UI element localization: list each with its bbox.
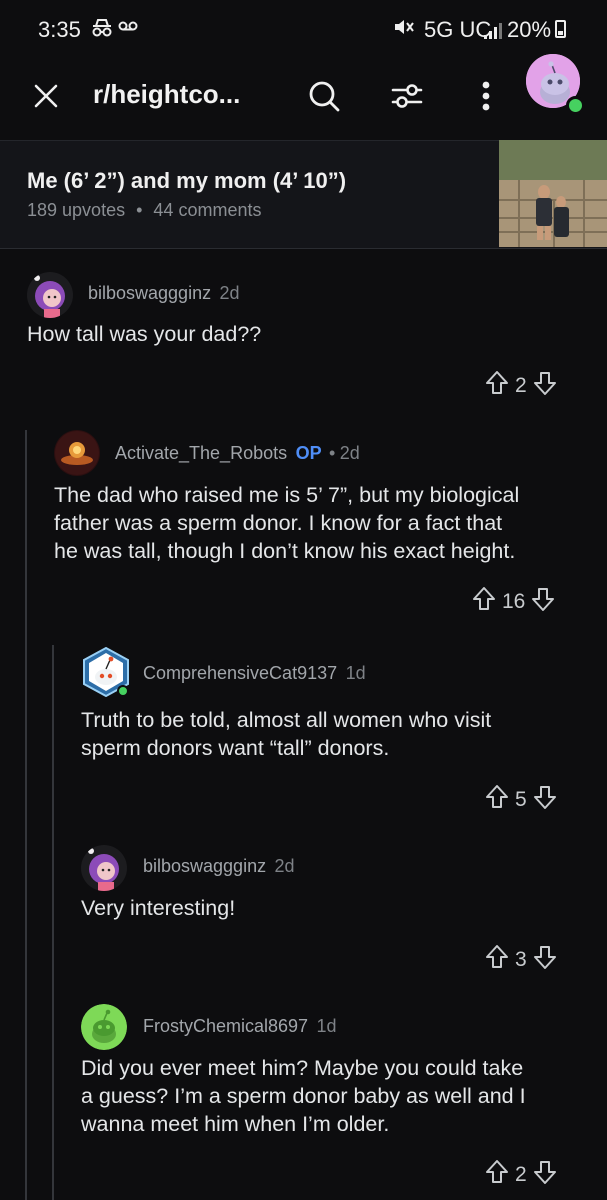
- op-badge: OP: [295, 443, 322, 463]
- vote-score: 2: [515, 1163, 527, 1186]
- thread-line[interactable]: [25, 430, 27, 1200]
- upvote-icon[interactable]: [472, 586, 496, 618]
- battery-icon: [555, 20, 566, 38]
- voicemail-icon: [118, 15, 138, 41]
- comment-line: a guess? I’m a sperm donor baby as well …: [81, 1084, 526, 1108]
- comment-age: 2d: [274, 856, 295, 876]
- vote-controls: 5: [485, 784, 557, 816]
- comment-body: How tall was your dad??: [27, 322, 262, 346]
- upvote-icon[interactable]: [485, 1159, 509, 1191]
- commenter-avatar[interactable]: [81, 845, 127, 891]
- comment-body: Did you ever meet him? Maybe you could t…: [81, 1054, 526, 1138]
- comment-username[interactable]: bilboswaggginz: [143, 856, 266, 876]
- comment-body: Truth to be told, almost all women who v…: [81, 706, 491, 762]
- meta-separator: •: [136, 200, 143, 220]
- comment-age: 2d: [339, 443, 360, 463]
- thread-line[interactable]: [52, 645, 54, 1200]
- subreddit-title[interactable]: r/heightco...: [93, 79, 240, 110]
- vote-controls: 16: [472, 586, 555, 618]
- comment-age: 1d: [345, 663, 366, 683]
- post-upvotes: 189 upvotes: [27, 200, 126, 220]
- post-title[interactable]: Me (6’ 2”) and my mom (4’ 10”): [27, 168, 346, 194]
- comment-age: 1d: [316, 1016, 337, 1036]
- vote-controls: 2: [485, 1159, 557, 1191]
- comment-username[interactable]: FrostyChemical8697: [143, 1016, 308, 1036]
- signal-icon: [484, 19, 504, 45]
- commenter-avatar[interactable]: [27, 272, 73, 318]
- network-label: 5G UC: [424, 17, 492, 42]
- vote-score: 5: [515, 788, 527, 811]
- comment-header: ComprehensiveCat9137 1d: [143, 663, 366, 684]
- comment-body: Very interesting!: [81, 896, 236, 920]
- upvote-icon[interactable]: [485, 784, 509, 816]
- vote-score: 16: [502, 590, 526, 613]
- downvote-icon[interactable]: [533, 370, 557, 402]
- comment-body: The dad who raised me is 5’ 7”, but my b…: [54, 481, 519, 565]
- downvote-icon[interactable]: [533, 944, 557, 976]
- commenter-avatar[interactable]: [54, 430, 100, 476]
- comment-line: father was a sperm donor. I know for a f…: [54, 511, 503, 535]
- comment-header: bilboswaggginz 2d: [143, 856, 295, 877]
- comment-header: FrostyChemical8697 1d: [143, 1016, 337, 1037]
- downvote-icon[interactable]: [533, 784, 557, 816]
- comment-username[interactable]: bilboswaggginz: [88, 283, 211, 303]
- meta-separator: •: [329, 443, 336, 463]
- upvote-icon[interactable]: [485, 944, 509, 976]
- battery-label: 20%: [507, 17, 552, 42]
- post-meta: 189 upvotes • 44 comments: [27, 200, 261, 221]
- downvote-icon[interactable]: [533, 1159, 557, 1191]
- filter-icon[interactable]: [385, 74, 429, 118]
- commenter-avatar[interactable]: [81, 647, 131, 697]
- comment-line: sperm donors want “tall” donors.: [81, 736, 390, 760]
- close-icon[interactable]: [26, 76, 66, 116]
- search-icon[interactable]: [302, 74, 346, 118]
- downvote-icon[interactable]: [531, 586, 555, 618]
- status-bar: 3:35 5G UC 20%: [0, 0, 607, 60]
- post-thumbnail[interactable]: [499, 140, 607, 247]
- more-vertical-icon[interactable]: [466, 74, 506, 118]
- comment-line: Truth to be told, almost all women who v…: [81, 708, 492, 732]
- online-indicator: [566, 96, 585, 115]
- comment-username[interactable]: Activate_The_Robots: [115, 443, 287, 463]
- commenter-avatar[interactable]: [81, 1004, 127, 1050]
- vote-score: 2: [515, 374, 527, 397]
- comment-line: The dad who raised me is 5’ 7”, but my b…: [54, 483, 520, 507]
- vote-controls: 2: [485, 370, 557, 402]
- post-comments-count: 44 comments: [153, 200, 262, 220]
- comment-age: 2d: [219, 283, 240, 303]
- vote-score: 3: [515, 948, 527, 971]
- mute-icon: [393, 17, 415, 43]
- status-time: 3:35: [38, 17, 81, 42]
- upvote-icon[interactable]: [485, 370, 509, 402]
- comment-header: Activate_The_Robots OP • 2d: [115, 443, 360, 464]
- comment-line: he was tall, though I don’t know his exa…: [54, 539, 516, 563]
- comment-username[interactable]: ComprehensiveCat9137: [143, 663, 337, 683]
- comment-line: wanna meet him when I’m older.: [81, 1112, 390, 1136]
- incognito-icon: [90, 17, 114, 45]
- comment-line: Did you ever meet him? Maybe you could t…: [81, 1056, 524, 1080]
- comment-header: bilboswaggginz 2d: [88, 283, 240, 304]
- vote-controls: 3: [485, 944, 557, 976]
